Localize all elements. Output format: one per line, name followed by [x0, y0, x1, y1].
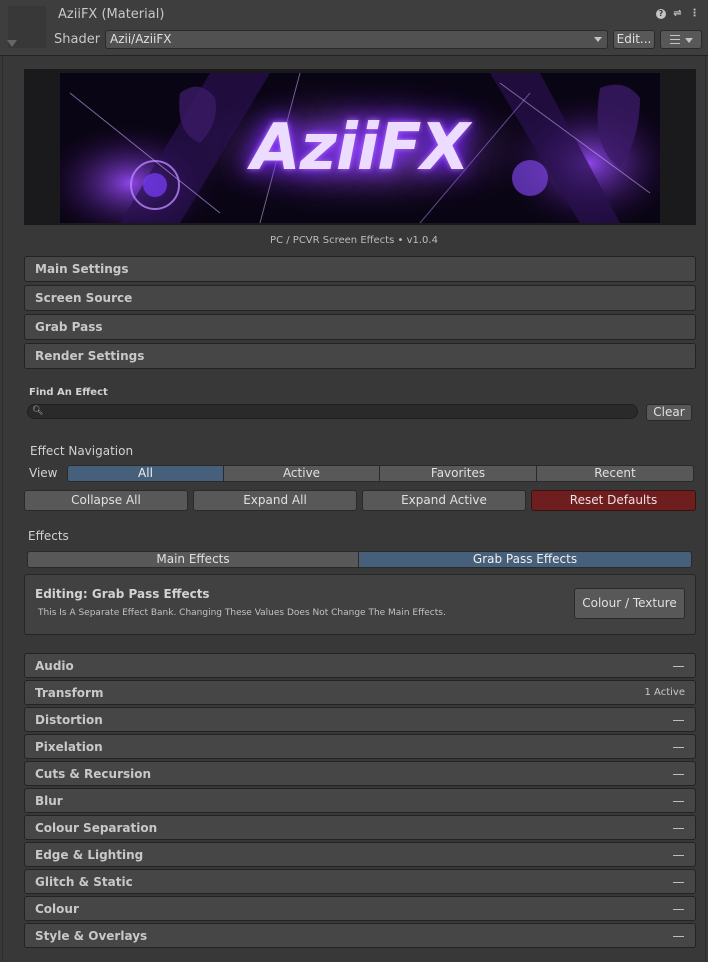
effect-label: Distortion: [35, 713, 103, 727]
effect-label: Colour: [35, 902, 79, 916]
section-grab-pass[interactable]: Grab Pass: [24, 314, 696, 340]
search-icon: 🔍︎: [32, 406, 44, 416]
effect-category-distortion[interactable]: Distortion: [24, 707, 696, 732]
find-effect-label: Find An Effect: [29, 387, 108, 398]
effect-category-blur[interactable]: Blur: [24, 788, 696, 813]
effect-navigation-title: Effect Navigation: [30, 444, 134, 458]
effect-category-style-overlays[interactable]: Style & Overlays: [24, 923, 696, 948]
collapsed-dash-icon: [673, 855, 684, 856]
effect-label: Pixelation: [35, 740, 103, 754]
editing-title: Editing: Grab Pass Effects: [35, 587, 210, 601]
expand-all-button[interactable]: Expand All: [193, 490, 357, 511]
expand-active-button[interactable]: Expand Active: [362, 490, 526, 511]
effect-label: Edge & Lighting: [35, 848, 144, 862]
section-screen-source[interactable]: Screen Source: [24, 285, 696, 311]
effect-label: Transform: [35, 686, 104, 700]
section-label: Render Settings: [35, 349, 145, 363]
inspector-title: AziiFX (Material): [58, 7, 165, 22]
effects-title: Effects: [28, 529, 69, 543]
collapse-triangle-icon[interactable]: [7, 40, 17, 47]
view-label: View: [29, 466, 58, 480]
effect-category-edge-lighting[interactable]: Edge & Lighting: [24, 842, 696, 867]
header-icons: ? ⇌ ⋮: [656, 8, 700, 19]
view-recent-tab[interactable]: Recent: [536, 465, 694, 482]
effect-category-pixelation[interactable]: Pixelation: [24, 734, 696, 759]
effect-category-colour-separation[interactable]: Colour Separation: [24, 815, 696, 840]
section-label: Grab Pass: [35, 320, 103, 334]
colour-texture-button[interactable]: Colour / Texture: [574, 588, 685, 619]
main-effects-tab[interactable]: Main Effects: [27, 551, 359, 568]
collapse-all-button[interactable]: Collapse All: [24, 490, 188, 511]
shader-value: Azii/AziiFX: [110, 32, 172, 46]
edit-shader-button[interactable]: Edit...: [613, 30, 655, 49]
chevron-down-icon: [685, 38, 693, 43]
active-count: 1 Active: [644, 687, 685, 698]
effect-label: Colour Separation: [35, 821, 158, 835]
list-icon: [670, 35, 680, 44]
clear-search-button[interactable]: Clear: [646, 404, 692, 421]
collapsed-dash-icon: [673, 801, 684, 802]
collapsed-dash-icon: [673, 882, 684, 883]
effect-category-glitch-static[interactable]: Glitch & Static: [24, 869, 696, 894]
view-toolbar: All Active Favorites Recent: [67, 465, 694, 482]
effect-label: Blur: [35, 794, 63, 808]
preset-icon[interactable]: ⇌: [672, 8, 683, 19]
version-line: PC / PCVR Screen Effects • v1.0.4: [270, 235, 438, 246]
grab-pass-effects-tab[interactable]: Grab Pass Effects: [358, 551, 692, 568]
collapsed-dash-icon: [673, 909, 684, 910]
effect-category-transform[interactable]: Transform 1 Active: [24, 680, 696, 705]
effect-label: Style & Overlays: [35, 929, 148, 943]
banner: AziiFX: [24, 69, 696, 225]
effect-label: Glitch & Static: [35, 875, 133, 889]
section-label: Main Settings: [35, 262, 129, 276]
effect-label: Audio: [35, 659, 74, 673]
banner-image: AziiFX: [60, 73, 660, 223]
more-icon[interactable]: ⋮: [689, 8, 700, 19]
collapsed-dash-icon: [673, 747, 684, 748]
shader-label: Shader: [54, 32, 101, 47]
reset-defaults-button[interactable]: Reset Defaults: [531, 490, 696, 511]
collapsed-dash-icon: [673, 774, 684, 775]
section-render-settings[interactable]: Render Settings: [24, 343, 696, 369]
search-input[interactable]: 🔍︎: [27, 404, 638, 419]
view-active-tab[interactable]: Active: [223, 465, 380, 482]
view-all-tab[interactable]: All: [67, 465, 224, 482]
effect-category-cuts-recursion[interactable]: Cuts & Recursion: [24, 761, 696, 786]
collapsed-dash-icon: [673, 666, 684, 667]
editing-description: This Is A Separate Effect Bank. Changing…: [38, 608, 446, 618]
help-icon[interactable]: ?: [656, 8, 666, 19]
effect-category-colour[interactable]: Colour: [24, 896, 696, 921]
collapsed-dash-icon: [673, 720, 684, 721]
view-favorites-tab[interactable]: Favorites: [379, 465, 537, 482]
shader-dropdown[interactable]: Azii/AziiFX: [105, 30, 608, 49]
collapsed-dash-icon: [673, 936, 684, 937]
inspector-header: AziiFX (Material) ? ⇌ ⋮ Shader Azii/Azii…: [0, 0, 708, 56]
effect-label: Cuts & Recursion: [35, 767, 152, 781]
collapsed-dash-icon: [673, 828, 684, 829]
effect-bank-toolbar: Main Effects Grab Pass Effects: [27, 551, 692, 568]
section-label: Screen Source: [35, 291, 133, 305]
section-main-settings[interactable]: Main Settings: [24, 256, 696, 282]
shader-menu-button[interactable]: [660, 30, 702, 49]
chevron-down-icon: [594, 37, 602, 42]
banner-logo-text: AziiFX: [251, 111, 470, 185]
effect-category-audio[interactable]: Audio: [24, 653, 696, 678]
